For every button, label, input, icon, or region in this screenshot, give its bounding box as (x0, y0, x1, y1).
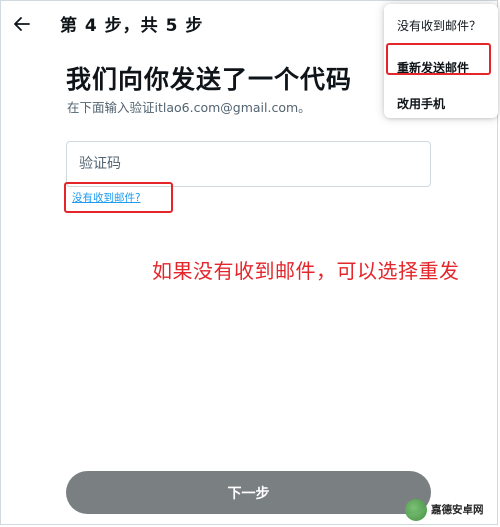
back-button[interactable] (10, 12, 34, 36)
menu-header: 没有收到邮件？ (397, 19, 482, 33)
next-button[interactable]: 下一步 (66, 471, 431, 514)
highlight-box-resend-email (386, 43, 491, 75)
step-indicator: 第 4 步，共 5 步 (60, 16, 204, 36)
verification-code-input[interactable] (66, 141, 431, 187)
watermark-logo-icon (405, 499, 427, 521)
annotation-text: 如果没有收到邮件，可以选择重发 (152, 259, 460, 283)
page-subtitle: 在下面输入验证itlao6.com@gmail.com。 (67, 100, 311, 115)
arrow-left-icon (14, 17, 30, 31)
watermark: 嘉德安卓网 (405, 497, 484, 523)
menu-item-use-phone[interactable]: 改用手机 (384, 95, 498, 112)
watermark-text: 嘉德安卓网 (431, 503, 484, 516)
not-received-email-link[interactable]: 没有收到邮件? (72, 190, 141, 205)
page-title: 我们向你发送了一个代码 (66, 65, 353, 94)
